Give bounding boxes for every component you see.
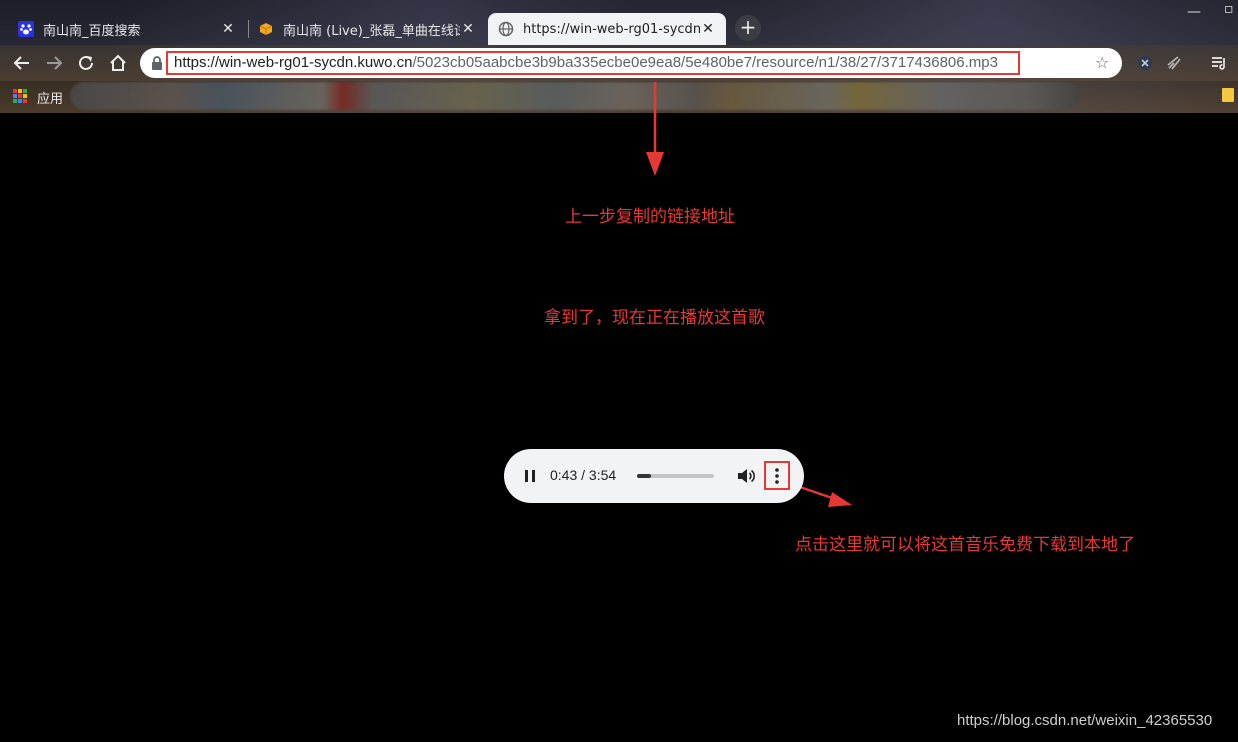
pause-button[interactable] [520,466,540,486]
tab-title: https://win-web-rg01-sycdn [523,21,700,37]
more-options-button[interactable] [764,461,790,490]
blurred-bookmark-items [70,82,1080,110]
tab-mp3-url[interactable]: https://win-web-rg01-sycdn ✕ [488,13,726,45]
tab-kuwo-song[interactable]: 南山南 (Live)_张磊_单曲在线试听 ✕ [248,13,486,45]
watermark: https://blog.csdn.net/weixin_42365530 [957,712,1213,729]
home-button[interactable] [104,49,132,77]
close-tab-icon[interactable]: ✕ [460,21,476,37]
tab-title: 南山南_百度搜索 [43,23,141,39]
forward-button[interactable] [40,49,68,77]
volume-icon[interactable] [736,466,756,486]
url-path: /5023cb05aabcbe3b9ba335ecbe0e9ea8/5e480b… [412,54,998,71]
annotation-download-hint: 点击这里就可以将这首音乐免费下载到本地了 [795,535,1135,555]
vertical-dots-icon [775,467,779,484]
bookmarks-apps-link[interactable]: 应用 [37,88,63,107]
seek-slider[interactable] [637,474,714,478]
minimize-window-icon[interactable]: — [1187,4,1201,20]
close-tab-icon[interactable]: ✕ [700,21,716,37]
extension-x-icon[interactable] [1136,54,1154,72]
kuwo-icon [258,21,274,37]
new-tab-button[interactable]: + [735,15,761,41]
tab-baidu-search[interactable]: 南山南_百度搜索 ✕ [8,13,246,45]
apps-grid-icon[interactable] [13,89,27,103]
time-display: 0:43 / 3:54 [550,467,617,483]
extension-rocket-icon[interactable] [1166,54,1184,72]
lock-icon[interactable] [150,55,164,71]
back-button[interactable] [8,49,36,77]
restore-window-icon[interactable]: ▫ [1224,1,1234,17]
close-tab-icon[interactable]: ✕ [220,21,236,37]
reload-icon [79,55,93,70]
baidu-paw-icon [18,21,34,37]
pause-icon [525,470,535,482]
annotation-copied-link: 上一步复制的链接地址 [565,207,735,227]
reload-button[interactable] [72,49,100,77]
address-url-field[interactable]: https://win-web-rg01-sycdn.kuwo.cn/5023c… [166,51,1020,75]
bookmark-star-icon[interactable]: ☆ [1095,53,1109,72]
forward-arrow-icon [47,56,63,70]
arrow-to-menu [793,483,852,507]
media-queue-icon[interactable] [1210,54,1228,72]
back-arrow-icon [13,56,29,70]
globe-icon [498,21,514,37]
annotation-playing: 拿到了，现在正在播放这首歌 [544,308,765,328]
tab-title: 南山南 (Live)_张磊_单曲在线试听 [283,23,460,39]
bookmark-folder-icon[interactable] [1222,88,1234,102]
home-icon [110,54,126,71]
seek-progress [637,474,651,478]
url-host: https://win-web-rg01-sycdn.kuwo.cn [174,54,413,71]
